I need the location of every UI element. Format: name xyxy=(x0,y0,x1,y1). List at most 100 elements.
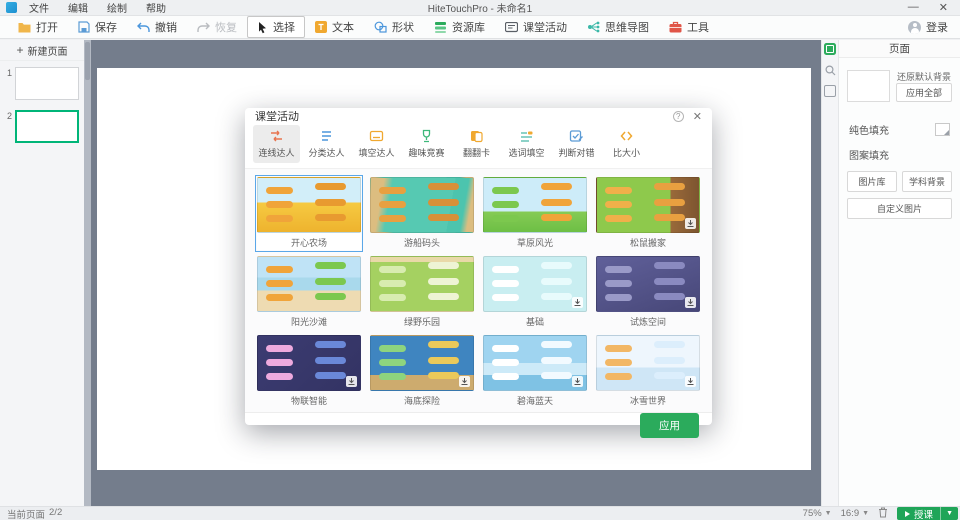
template-blue-sea-sky[interactable]: 碧海蓝天 xyxy=(483,335,587,408)
template-name: 游船码头 xyxy=(370,233,474,250)
classroom-activity-button[interactable]: 课堂活动 xyxy=(495,16,577,38)
teach-dropdown-caret[interactable]: ▼ xyxy=(940,507,958,520)
flip-card-icon xyxy=(469,129,484,143)
tab-fill-blank[interactable]: 填空达人 xyxy=(353,125,400,163)
image-library-button[interactable]: 图片库 xyxy=(847,171,897,192)
tab-matching[interactable]: 连线达人 xyxy=(253,125,300,163)
menu-file[interactable]: 文件 xyxy=(29,0,49,15)
template-thumbnail xyxy=(370,177,474,233)
template-trial-space[interactable]: 试炼空间 xyxy=(596,256,700,329)
menu-help[interactable]: 帮助 xyxy=(146,0,166,15)
open-button[interactable]: 打开 xyxy=(8,16,68,38)
template-green-meadow[interactable]: 绿野乐园 xyxy=(370,256,474,329)
download-icon xyxy=(685,297,696,308)
subject-background-button[interactable]: 学科背景 xyxy=(902,171,952,192)
template-boat-dock[interactable]: 游船码头 xyxy=(370,177,474,250)
page-thumb-image xyxy=(15,110,79,143)
dialog-close-icon[interactable]: ✕ xyxy=(693,110,702,123)
help-icon[interactable]: ? xyxy=(673,111,684,122)
tab-label: 比大小 xyxy=(613,146,640,159)
apply-all-button[interactable]: 应用全部 xyxy=(896,83,952,102)
template-thumbnail xyxy=(596,177,700,233)
magnifier-icon[interactable] xyxy=(824,64,836,76)
save-label: 保存 xyxy=(95,19,117,35)
tab-flip-cards[interactable]: 翻翻卡 xyxy=(453,125,500,163)
login-button[interactable]: 登录 xyxy=(908,19,952,35)
template-thumbnail xyxy=(596,335,700,391)
close-button[interactable]: ✕ xyxy=(939,1,948,14)
tab-compare-size[interactable]: 比大小 xyxy=(603,125,650,163)
page-number: 2 xyxy=(3,110,12,121)
redo-button[interactable]: 恢复 xyxy=(187,16,247,38)
select-label: 选择 xyxy=(273,19,295,35)
compare-icon xyxy=(619,129,634,143)
tab-label: 翻翻卡 xyxy=(463,146,490,159)
shape-tool-button[interactable]: 形状 xyxy=(364,16,424,38)
template-iot-smart[interactable]: 物联智能 xyxy=(257,335,361,408)
activity-tabs: 连线达人 分类达人 填空达人 趣味竞赛 翻翻卡 选词填空 xyxy=(245,124,712,168)
text-tool-button[interactable]: 文本 xyxy=(305,16,364,38)
tab-word-select[interactable]: 选词填空 xyxy=(503,125,550,163)
teach-button[interactable]: 授课 ▼ xyxy=(897,507,958,520)
aspect-ratio-dropdown[interactable]: 16:9 ▼ xyxy=(841,508,869,519)
template-thumbnail xyxy=(257,256,361,312)
redo-label: 恢复 xyxy=(215,19,237,35)
chevron-down-icon: ▼ xyxy=(825,510,832,517)
resource-library-label: 资源库 xyxy=(452,19,485,35)
mind-map-button[interactable]: 思维导图 xyxy=(577,16,659,38)
download-icon xyxy=(685,218,696,229)
shapes-icon xyxy=(374,21,387,33)
floppy-disk-icon xyxy=(78,21,90,33)
save-button[interactable]: 保存 xyxy=(68,16,127,38)
resource-library-button[interactable]: 资源库 xyxy=(424,16,495,38)
new-page-button[interactable]: + 新建页面 xyxy=(0,40,84,61)
layers-icon xyxy=(434,21,447,33)
template-squirrel-moving[interactable]: 松鼠搬家 xyxy=(596,177,700,250)
trash-icon[interactable] xyxy=(878,507,888,520)
panel-toggle-strip xyxy=(821,40,838,506)
template-name: 物联智能 xyxy=(257,391,361,408)
menu-edit[interactable]: 编辑 xyxy=(68,0,88,15)
aspect-ratio-value: 16:9 xyxy=(841,508,860,519)
undo-arrow-icon xyxy=(137,22,150,33)
board-panel-toggle-icon[interactable] xyxy=(824,85,836,97)
template-basic[interactable]: 基础 xyxy=(483,256,587,329)
undo-button[interactable]: 撤销 xyxy=(127,16,187,38)
tab-true-false[interactable]: 判断对错 xyxy=(553,125,600,163)
restore-default-background-link[interactable]: 还原默认背景 xyxy=(897,70,951,83)
template-thumbnail xyxy=(257,335,361,391)
template-name: 绿野乐园 xyxy=(370,312,474,329)
select-tool-button[interactable]: 选择 xyxy=(247,16,305,38)
download-icon xyxy=(685,376,696,387)
page-thumbnail-1[interactable]: 1 xyxy=(3,67,79,100)
word-select-icon xyxy=(519,129,534,143)
download-icon xyxy=(572,297,583,308)
template-undersea-adventure[interactable]: 海底探险 xyxy=(370,335,474,408)
zoom-dropdown[interactable]: 75% ▼ xyxy=(803,508,832,519)
template-name: 海底探险 xyxy=(370,391,474,408)
tab-label: 分类达人 xyxy=(308,146,344,159)
tab-classification[interactable]: 分类达人 xyxy=(303,125,350,163)
page-thumbnail-2[interactable]: 2 xyxy=(3,110,79,143)
template-sunny-beach[interactable]: 阳光沙滩 xyxy=(257,256,361,329)
color-swatch[interactable] xyxy=(935,123,950,136)
teach-label: 授课 xyxy=(914,507,933,520)
tab-label: 选词填空 xyxy=(508,146,544,159)
template-thumbnail xyxy=(596,256,700,312)
minimize-button[interactable]: — xyxy=(908,1,919,14)
template-happy-farm[interactable]: 开心农场 xyxy=(257,177,361,250)
background-preview xyxy=(847,70,890,102)
custom-image-button[interactable]: 自定义图片 xyxy=(847,198,952,219)
tab-competition[interactable]: 趣味竞赛 xyxy=(403,125,450,163)
page-properties-panel: 页面 还原默认背景 应用全部 纯色填充 图案填充 图片库 学科背景 自定义图片 xyxy=(838,40,960,506)
template-ice-snow-world[interactable]: 冰雪世界 xyxy=(596,335,700,408)
sidebar-scrollbar[interactable] xyxy=(84,40,91,506)
menu-draw[interactable]: 绘制 xyxy=(107,0,127,15)
tools-button[interactable]: 工具 xyxy=(659,16,719,38)
text-label: 文本 xyxy=(332,19,354,35)
template-name: 松鼠搬家 xyxy=(596,233,700,250)
template-grassland[interactable]: 草原风光 xyxy=(483,177,587,250)
panel-title: 页面 xyxy=(839,40,960,58)
page-panel-toggle-icon[interactable] xyxy=(824,43,836,55)
apply-button[interactable]: 应用 xyxy=(640,413,699,438)
